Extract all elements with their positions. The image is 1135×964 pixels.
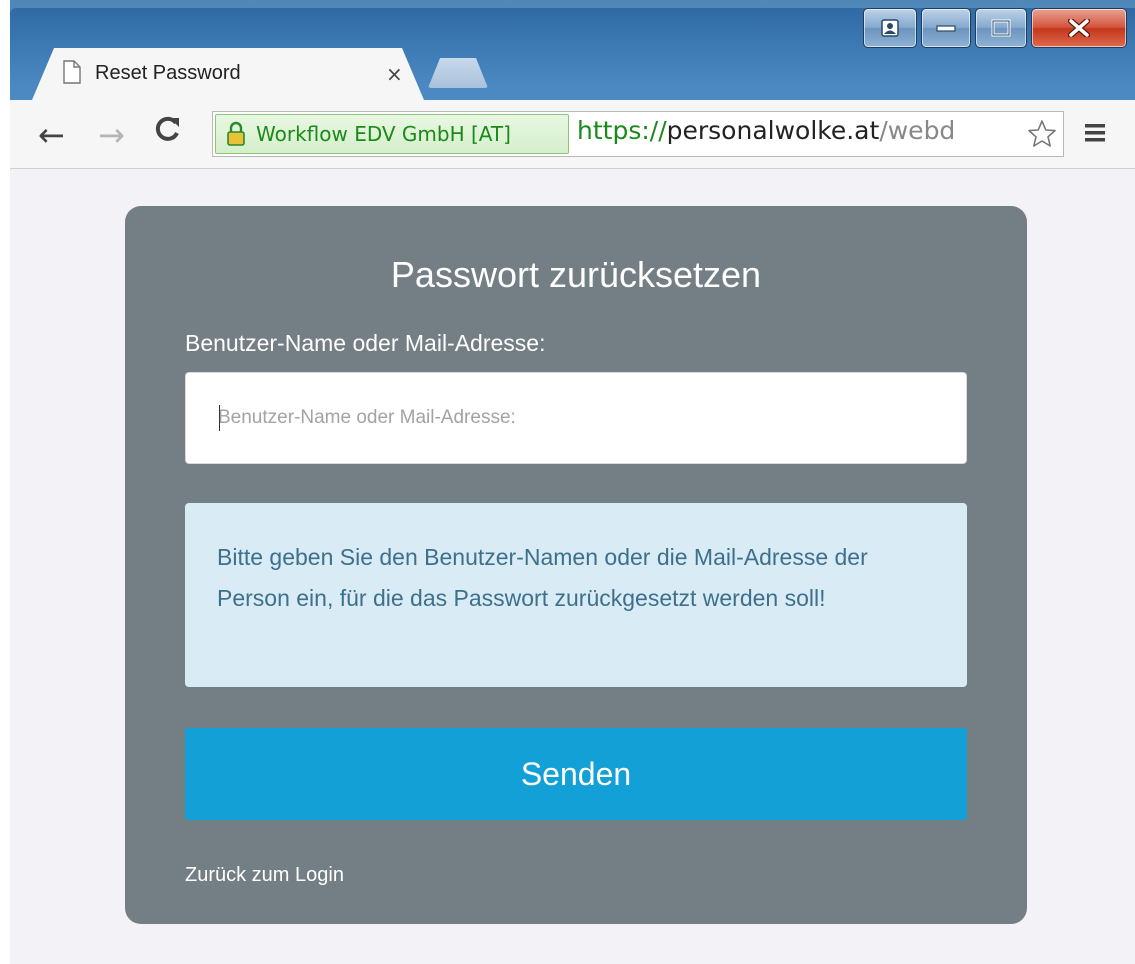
send-button[interactable]: Senden: [185, 728, 967, 820]
page-icon: [62, 60, 82, 89]
minimize-icon: [936, 25, 956, 32]
user-icon: [881, 19, 899, 37]
tab-close-icon[interactable]: ×: [386, 62, 403, 86]
url-scheme: https://: [577, 116, 667, 145]
address-bar[interactable]: Workflow EDV GmbH [AT] https://personalw…: [212, 111, 1064, 157]
minimize-button[interactable]: [921, 8, 971, 48]
back-to-login-link[interactable]: Zurück zum Login: [185, 864, 344, 887]
back-button[interactable]: ←: [38, 116, 65, 154]
page-title: Passwort zurücksetzen: [390, 254, 762, 295]
reload-button[interactable]: [152, 114, 182, 152]
url-text[interactable]: https://personalwolke.at/webd: [577, 116, 1017, 145]
reset-password-card: Passwort zurücksetzen Benutzer-Name oder…: [125, 206, 1027, 924]
info-message: Bitte geben Sie den Benutzer-Namen oder …: [185, 503, 967, 687]
lock-icon: [226, 121, 246, 152]
username-input[interactable]: [185, 372, 967, 464]
maximize-icon: [991, 19, 1011, 37]
url-host: personalwolke.at: [666, 116, 880, 145]
profile-button[interactable]: [863, 8, 917, 48]
forward-button[interactable]: →: [98, 116, 125, 154]
maximize-button[interactable]: [975, 8, 1027, 48]
ev-certificate-badge[interactable]: Workflow EDV GmbH [AT]: [215, 114, 569, 154]
window-caption-buttons: [863, 8, 1127, 48]
url-path: /webd: [879, 116, 956, 145]
close-icon: [1068, 19, 1090, 37]
username-label: Benutzer-Name oder Mail-Adresse:: [185, 330, 546, 356]
close-window-button[interactable]: [1031, 8, 1127, 48]
tab-title: Reset Password: [95, 62, 241, 84]
reload-icon: [155, 116, 179, 141]
menu-icon[interactable]: [1083, 121, 1109, 150]
star-icon[interactable]: [1027, 119, 1057, 154]
ev-certificate-label: Workflow EDV GmbH [AT]: [256, 122, 511, 146]
text-cursor: [219, 405, 220, 431]
frame-edge: [0, 0, 10, 964]
